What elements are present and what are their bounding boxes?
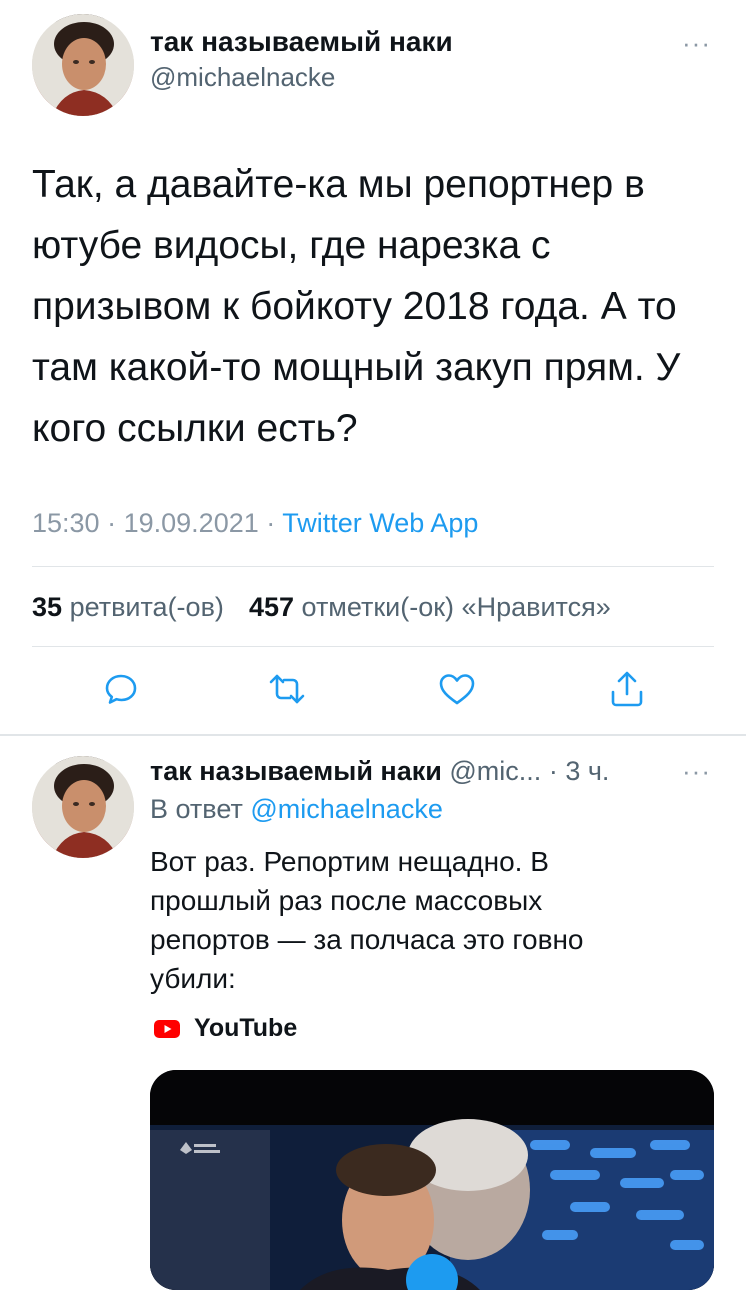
youtube-icon: [154, 1019, 180, 1038]
share-button[interactable]: [602, 664, 652, 714]
reply-author-name[interactable]: так называемый наки: [150, 756, 442, 786]
video-thumbnail: [150, 1070, 714, 1290]
author-handle[interactable]: @michaelnacke: [150, 62, 335, 93]
reply-text: Вот раз. Репортим нещадно. В прошлый раз…: [150, 846, 584, 994]
section-divider: [0, 734, 746, 736]
share-icon: [611, 671, 643, 707]
video-preview-card[interactable]: [150, 1070, 714, 1290]
avatar[interactable]: [32, 14, 134, 116]
divider: [32, 646, 714, 647]
meta-separator: ·: [266, 508, 276, 538]
retweet-icon: [269, 674, 305, 704]
retweet-button[interactable]: [262, 664, 312, 714]
author-name[interactable]: так называемый наки: [150, 26, 453, 58]
time-separator: ·: [548, 756, 558, 786]
reply-icon: [105, 674, 137, 704]
tweet-stats: 35 ретвита(-ов) 457 отметки(-ок) «Нравит…: [32, 592, 611, 623]
divider: [32, 566, 714, 567]
likes-stat[interactable]: 457 отметки(-ок) «Нравится»: [249, 592, 611, 622]
like-button[interactable]: [432, 664, 482, 714]
replying-to-handle[interactable]: @michaelnacke: [250, 794, 443, 824]
tweet-time: 15:30: [32, 508, 100, 538]
retweets-label: ретвита(-ов): [69, 592, 224, 622]
replying-to-prefix: В ответ: [150, 794, 243, 824]
reply-header: так называемый наки @mic... · 3 ч.: [150, 756, 609, 787]
reply-time[interactable]: 3 ч.: [565, 756, 609, 786]
likes-label: отметки(-ок) «Нравится»: [301, 592, 611, 622]
like-icon: [439, 674, 475, 705]
meta-separator: ·: [107, 508, 117, 538]
retweets-count: 35: [32, 592, 63, 622]
tweet-source-link[interactable]: Twitter Web App: [282, 508, 478, 538]
more-options-icon[interactable]: ···: [682, 28, 711, 59]
likes-count: 457: [248, 592, 294, 622]
reply-button[interactable]: [96, 664, 146, 714]
reply-more-options-icon[interactable]: ···: [682, 756, 711, 787]
tweet-meta: 15:30 · 19.09.2021 · Twitter Web App: [32, 508, 478, 539]
link-source[interactable]: YouTube: [154, 1014, 297, 1043]
reply-author-handle[interactable]: @mic...: [449, 756, 541, 786]
reply-avatar[interactable]: [32, 756, 134, 858]
tweet-text: Так, а давайте-ка мы репортнер в ютубе в…: [32, 163, 681, 450]
link-source-label: YouTube: [194, 1014, 298, 1042]
tweet-date: 19.09.2021: [123, 508, 259, 538]
replying-to: В ответ @michaelnacke: [150, 794, 443, 825]
retweets-stat[interactable]: 35 ретвита(-ов): [32, 592, 231, 622]
